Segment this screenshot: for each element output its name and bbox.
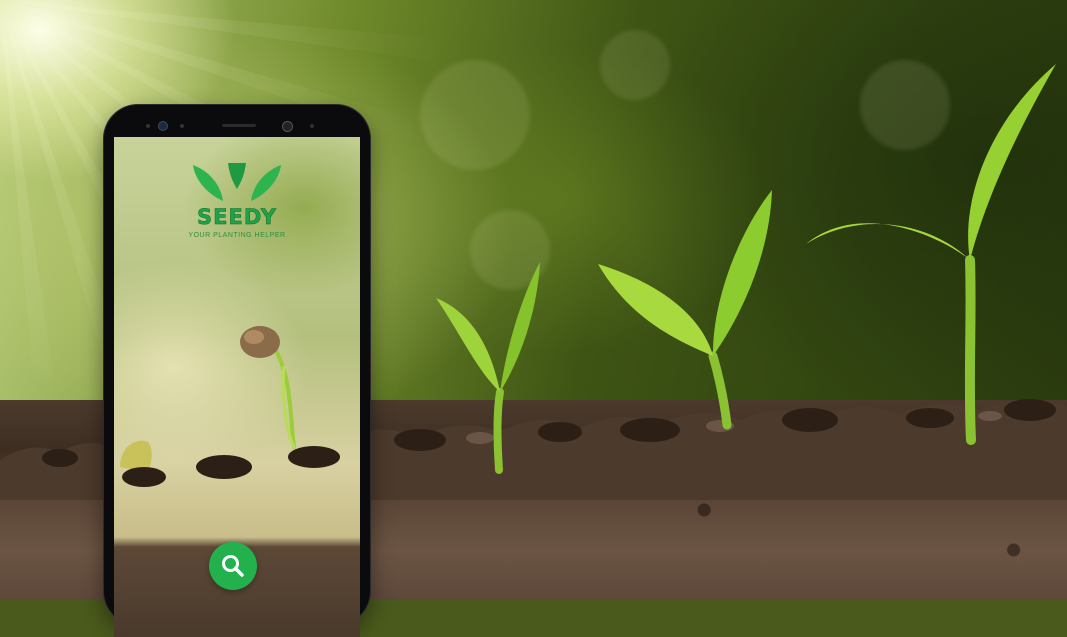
sensor-icon xyxy=(180,124,184,128)
seedling-stage-3 xyxy=(598,190,772,430)
sensor-icon xyxy=(146,124,150,128)
seedling-stage-2 xyxy=(436,262,540,474)
sensor-icon xyxy=(310,124,314,128)
search-icon xyxy=(222,555,244,577)
earpiece-speaker xyxy=(222,124,256,127)
front-camera-icon xyxy=(158,121,168,131)
seedling-stage-4 xyxy=(806,64,1056,445)
iris-scanner-icon xyxy=(282,121,293,132)
smartphone: SEEDY YOUR PLANTING HELPER xyxy=(104,105,370,637)
search-button[interactable] xyxy=(209,542,257,590)
brand-name: SEEDY xyxy=(197,205,277,230)
app-logo: SEEDY YOUR PLANTING HELPER xyxy=(114,161,360,239)
app-screen: SEEDY YOUR PLANTING HELPER xyxy=(114,137,360,637)
leaf-logo-icon xyxy=(193,163,281,201)
brand-tagline: YOUR PLANTING HELPER xyxy=(188,232,286,239)
phone-top-bezel xyxy=(104,105,370,137)
